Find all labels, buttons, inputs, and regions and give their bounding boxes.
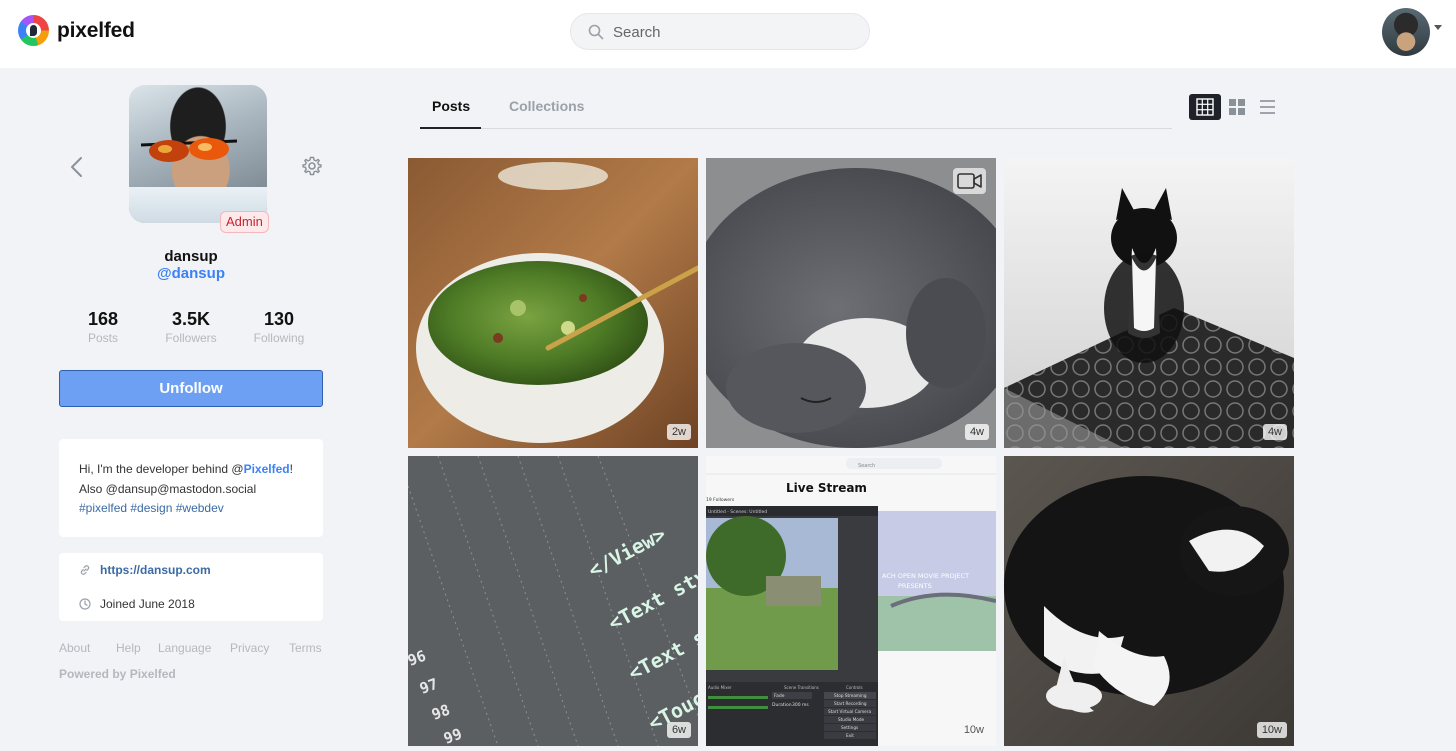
bio-text: ! [289,462,293,476]
tabs-divider [420,128,1172,129]
screenshot-search: Search [858,463,875,469]
post-image-tuxedo-cat [1004,158,1294,448]
post-tile-sleeping-cat[interactable]: 10w [1004,456,1294,746]
bio-hashtags[interactable]: #pixelfed #design #webdev [79,499,303,519]
video-icon [953,168,986,194]
bio-mention-link[interactable]: Pixelfed [244,462,290,476]
stat-followers[interactable]: 3.5K Followers [151,309,231,345]
list-icon [1260,100,1275,114]
masonry-view-button[interactable] [1221,94,1253,120]
post-tile-tuxedo-cat[interactable]: 4w [1004,158,1294,448]
app-name[interactable]: pixelfed [57,19,135,43]
post-tile-grey-cat[interactable]: 4w [706,158,996,448]
bio-line: Hi, I'm the developer behind @Pixelfed! [79,460,303,480]
screenshot-title: Live Stream [786,481,867,495]
grid-icon [1196,98,1214,116]
sunglasses-detail [140,138,238,162]
powered-by[interactable]: Powered by Pixelfed [59,667,176,681]
bio-card: Hi, I'm the developer behind @Pixelfed! … [59,439,323,537]
screenshot-control: Start Recording [834,701,867,706]
post-time-badge: 6w [666,722,691,738]
stat-label: Following [253,331,305,345]
stat-label: Followers [165,331,217,345]
screenshot-transitions: Scene Transitions [784,685,819,690]
post-tile-salad[interactable]: 2w [408,158,698,448]
footer-link-help[interactable]: Help [116,641,141,655]
screenshot-control: Settings [841,725,858,730]
chevron-down-icon[interactable] [1434,25,1442,30]
unfollow-button[interactable]: Unfollow [59,370,323,407]
footer-link-privacy[interactable]: Privacy [230,641,269,655]
screenshot-control: Stop Streaming [834,693,867,698]
profile-meta-card: https://dansup.com Joined June 2018 [59,553,323,621]
bio-line: Also @dansup@mastodon.social [79,481,257,496]
post-image-live-stream: Search Live Stream 19 Followers ACH OPEN… [706,456,996,746]
post-tile-code[interactable]: </View> <Text styl <Text st <Touch 96 97… [408,456,698,746]
post-tile-live-stream[interactable]: Search Live Stream 19 Followers ACH OPEN… [706,456,996,746]
screenshot-duration-value: 300 ms [792,702,809,708]
admin-badge: Admin [220,211,269,233]
active-tab-indicator [420,127,481,129]
screenshot-control: Studio Mode [838,717,865,722]
joined-date: Joined June 2018 [100,597,195,611]
chevron-left-icon[interactable] [68,156,86,178]
pixelfed-logo-icon[interactable] [18,15,49,46]
post-image-code: </View> <Text styl <Text st <Touch 96 97… [408,456,698,746]
post-time-badge: 4w [1262,424,1287,440]
gear-icon[interactable] [302,156,322,176]
screenshot-control: Exit [846,733,854,738]
profile-avatar[interactable] [129,85,267,223]
stat-value: 130 [263,309,295,329]
footer-link-about[interactable]: About [59,641,90,655]
screenshot-mixer: Audio Mixer [708,685,732,690]
post-time-badge: 10w [1256,722,1287,738]
link-icon [80,565,90,575]
stat-following[interactable]: 130 Following [239,309,319,345]
post-time-badge: 4w [964,424,989,440]
joined-row: Joined June 2018 [79,597,195,611]
masonry-icon [1229,99,1245,115]
screenshot-movie: ACH OPEN MOVIE PROJECT [882,572,969,580]
footer-link-terms[interactable]: Terms [289,641,322,655]
tab-posts[interactable]: Posts [432,98,470,114]
screenshot-control: Start Virtual Camera [828,709,871,714]
search-icon [588,24,604,40]
user-avatar[interactable] [1382,8,1430,56]
website-row[interactable]: https://dansup.com [79,563,211,577]
screenshot-presents: PRESENTS [898,582,932,590]
screenshot-fade: Fade [774,693,785,699]
footer-link-language[interactable]: Language [158,641,211,655]
list-view-button[interactable] [1251,94,1283,120]
post-image-grey-cat [706,158,996,448]
tab-collections[interactable]: Collections [509,98,584,114]
search-input[interactable] [613,21,853,43]
bio-text: Hi, I'm the developer behind @ [79,462,244,476]
website-link[interactable]: https://dansup.com [100,563,211,577]
post-image-sleeping-cat [1004,456,1294,746]
post-time-badge: 10w [963,724,984,736]
screenshot-followers: 19 Followers [706,497,735,503]
screenshot-controls-label: Controls [846,685,863,690]
post-image-salad [408,158,698,448]
username[interactable]: @dansup [59,265,323,282]
stat-posts[interactable]: 168 Posts [63,309,143,345]
stat-value: 3.5K [171,309,211,329]
search-bar[interactable] [570,13,870,50]
screenshot-scenes: Untitled - Scenes: Untitled [708,509,767,515]
top-bar: pixelfed [0,0,1456,68]
post-time-badge: 2w [666,424,691,440]
screenshot-duration: Duration [772,702,792,708]
stat-label: Posts [87,331,118,345]
stat-value: 168 [87,309,119,329]
grid-view-button[interactable] [1189,94,1221,120]
display-name: dansup [164,248,218,265]
clock-icon [79,598,91,610]
